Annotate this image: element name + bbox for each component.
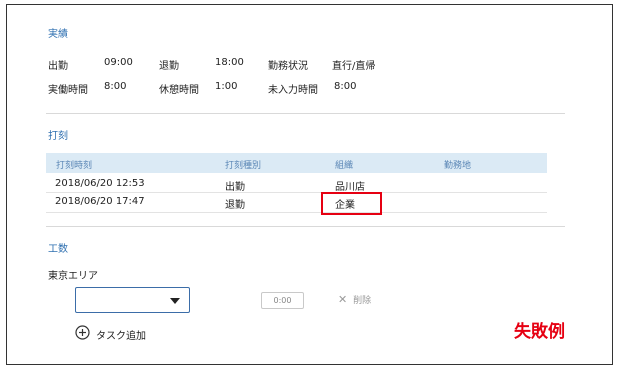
column-header-stamp-type: 打刻種別 [225, 161, 262, 171]
actual-work-time-label: 実働時間 [48, 85, 88, 96]
table-row-2-time: 2018/06/20 17:47 [55, 196, 145, 207]
delete-label: 削除 [353, 296, 372, 306]
section-divider [46, 113, 565, 114]
table-row-divider [46, 212, 547, 213]
add-task-button[interactable]: タスク追加 [75, 325, 155, 342]
column-header-work-location: 勤務地 [444, 161, 472, 171]
stamps-table-header: 打刻時刻 打刻種別 組織 勤務地 [46, 153, 547, 173]
break-time-label: 休憩時間 [159, 85, 199, 96]
add-task-label: タスク追加 [96, 331, 146, 342]
work-status-value: 直行/直帰 [332, 61, 376, 72]
time-input[interactable]: 0:00 [261, 292, 304, 309]
break-time-value: 1:00 [215, 81, 238, 92]
section-divider [46, 226, 565, 227]
table-row-1-type: 出勤 [225, 182, 245, 193]
table-row-2-type: 退勤 [225, 200, 245, 211]
column-header-stamp-time: 打刻時刻 [56, 161, 93, 171]
work-status-label: 勤務状況 [268, 61, 308, 72]
clock-in-label: 出勤 [48, 61, 68, 72]
clock-in-value: 09:00 [104, 57, 133, 68]
area-label: 東京エリア [48, 271, 98, 282]
chevron-down-icon [170, 298, 180, 304]
table-row-divider [46, 192, 547, 193]
plus-circle-icon [75, 325, 90, 340]
clock-out-value: 18:00 [215, 57, 244, 68]
delete-button[interactable]: ✕ 削除 [338, 293, 371, 306]
table-row-1-time: 2018/06/20 12:53 [55, 178, 145, 189]
column-header-organization: 組織 [335, 161, 354, 171]
manhours-section-title: 工数 [48, 244, 68, 255]
results-section-title: 実績 [48, 29, 68, 40]
table-row-1-org: 品川店 [335, 182, 365, 193]
clock-out-label: 退勤 [159, 61, 179, 72]
unentered-time-value: 8:00 [334, 81, 357, 92]
failure-example-label: 失敗例 [514, 322, 565, 342]
stamps-section-title: 打刻 [48, 131, 68, 142]
error-highlight-box [321, 192, 382, 215]
actual-work-time-value: 8:00 [104, 81, 127, 92]
unentered-time-label: 未入力時間 [268, 85, 318, 96]
close-icon: ✕ [338, 293, 348, 306]
task-select[interactable] [75, 287, 190, 313]
